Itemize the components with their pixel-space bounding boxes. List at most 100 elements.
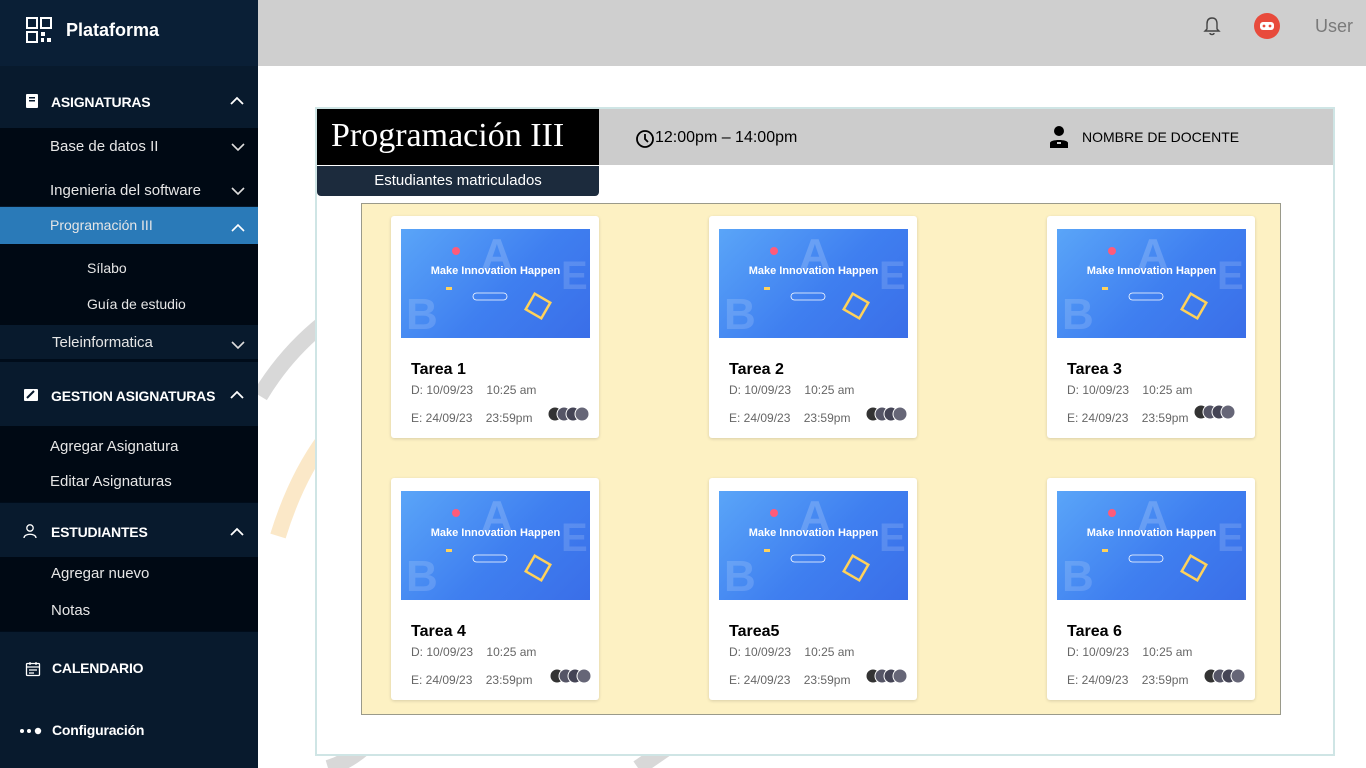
task-thumbnail: A E B Make Innovation Happen	[401, 491, 590, 600]
enrolled-students-tab[interactable]: Estudiantes matriculados	[317, 166, 599, 196]
chevron-up-icon	[230, 527, 244, 536]
thumbnail-caption: Make Innovation Happen	[748, 265, 879, 277]
course-title-box: Programación III	[317, 109, 599, 165]
sidebar-item-label: Programación III	[50, 217, 153, 233]
teacher-icon	[1050, 126, 1068, 148]
students-avatars-icon	[865, 406, 908, 422]
task-start: D: 10/09/23 10:25 am	[411, 645, 537, 659]
thumbnail-art: A E B	[406, 492, 588, 600]
thumbnail-caption: Make Innovation Happen	[748, 527, 879, 539]
task-start: D: 10/09/23 10:25 am	[729, 383, 855, 397]
task-title: Tarea5	[729, 623, 780, 640]
bell-icon[interactable]	[1203, 16, 1221, 36]
sidebar-item-label: Ingenieria del software	[50, 182, 201, 199]
sidebar: Plataforma ASIGNATURAS Base de datos II …	[0, 0, 258, 768]
task-due: E: 24/09/23 23:59pm	[1067, 673, 1189, 687]
thumbnail-caption: Make Innovation Happen	[430, 527, 561, 539]
task-card[interactable]: A E B Make Innovation Happen Tarea 1 D: …	[391, 216, 599, 438]
sidebar-item-label: Agregar Asignatura	[50, 438, 179, 455]
asignaturas-title: ASIGNATURAS	[51, 94, 151, 110]
task-title: Tarea 1	[411, 361, 466, 378]
class-time: 12:00pm – 14:00pm	[655, 129, 798, 146]
tasks-grid: A E B Make Innovation Happen Tarea 1 D: …	[361, 203, 1281, 715]
task-card[interactable]: A E B Make Innovation Happen Tarea5 D: 1…	[709, 478, 917, 700]
sidebar-item-agregar-asignatura[interactable]: Agregar Asignatura	[0, 437, 258, 459]
task-due: E: 24/09/23 23:59pm	[1067, 411, 1189, 425]
svg-text:B: B	[406, 290, 438, 338]
sidebar-item-label: Notas	[51, 602, 91, 619]
svg-text:B: B	[406, 552, 438, 600]
brand-bar: Plataforma	[0, 0, 258, 66]
task-title: Tarea 6	[1067, 623, 1122, 640]
teacher-name: NOMBRE DE DOCENTE	[1082, 129, 1240, 145]
estudiantes-title: ESTUDIANTES	[51, 524, 148, 540]
grid-logo-icon	[26, 17, 52, 43]
task-due: E: 24/09/23 23:59pm	[411, 411, 533, 425]
sidebar-item-base-de-datos[interactable]: Base de datos II	[0, 136, 258, 164]
sidebar-item-calendario[interactable]: CALENDARIO	[0, 652, 258, 686]
chevron-down-icon	[231, 187, 245, 196]
students-avatars-icon	[549, 668, 592, 684]
sidebar-item-agregar-nuevo[interactable]: Agregar nuevo	[0, 564, 258, 586]
chevron-down-icon	[231, 341, 245, 350]
sidebar-item-programacion[interactable]: Programación III	[0, 207, 258, 244]
task-thumbnail: A E B Make Innovation Happen	[1057, 229, 1246, 338]
task-title: Tarea 4	[411, 623, 466, 640]
gestion-header[interactable]: GESTION ASIGNATURAS	[0, 362, 258, 426]
thumbnail-art: A E B	[1062, 492, 1244, 600]
user-label[interactable]: User	[1315, 16, 1353, 37]
sidebar-item-editar-asignaturas[interactable]: Editar Asignaturas	[0, 472, 258, 494]
avatar[interactable]	[1254, 13, 1280, 39]
task-card[interactable]: A E B Make Innovation Happen Tarea 3 D: …	[1047, 216, 1255, 438]
configuracion-title: Configuración	[52, 722, 145, 738]
task-thumbnail: A E B Make Innovation Happen	[1057, 491, 1246, 600]
book-icon	[26, 94, 38, 108]
task-title: Tarea 2	[729, 361, 784, 378]
svg-text:B: B	[724, 290, 756, 338]
course-title: Programación III	[331, 117, 565, 154]
more-dots-icon	[20, 727, 42, 735]
edit-image-icon	[24, 389, 38, 401]
svg-text:B: B	[1062, 290, 1094, 338]
sidebar-item-configuracion[interactable]: Configuración	[0, 714, 258, 744]
estudiantes-header[interactable]: ESTUDIANTES	[0, 503, 258, 557]
task-thumbnail: A E B Make Innovation Happen	[719, 491, 908, 600]
task-thumbnail: A E B Make Innovation Happen	[719, 229, 908, 338]
robot-face-icon	[1260, 22, 1274, 30]
thumbnail-caption: Make Innovation Happen	[1086, 265, 1217, 277]
sidebar-item-label: Agregar nuevo	[51, 565, 150, 582]
sidebar-item-label: Base de datos II	[50, 138, 159, 155]
task-card[interactable]: A E B Make Innovation Happen Tarea 6 D: …	[1047, 478, 1255, 700]
course-panel: Programación III 12:00pm – 14:00pm NOMBR…	[315, 107, 1335, 756]
students-avatars-icon	[865, 668, 908, 684]
thumbnail-art: A E B	[406, 230, 588, 338]
thumbnail-caption: Make Innovation Happen	[430, 265, 561, 277]
task-title: Tarea 3	[1067, 361, 1122, 378]
task-start: D: 10/09/23 10:25 am	[411, 383, 537, 397]
students-avatars-icon	[1203, 668, 1246, 684]
sidebar-item-label: Teleinformatica	[52, 334, 153, 351]
thumbnail-art: A E B	[1062, 230, 1244, 338]
calendario-title: CALENDARIO	[52, 660, 144, 676]
sidebar-subitem-guia[interactable]: Guía de estudio	[87, 296, 186, 312]
calendar-icon	[25, 662, 41, 677]
user-outline-icon	[23, 524, 37, 539]
sidebar-item-label: Editar Asignaturas	[50, 473, 172, 490]
task-thumbnail: A E B Make Innovation Happen	[401, 229, 590, 338]
task-start: D: 10/09/23 10:25 am	[729, 645, 855, 659]
sidebar-item-notas[interactable]: Notas	[0, 601, 258, 623]
clock-icon	[636, 130, 654, 148]
sidebar-subitem-silabo[interactable]: Sílabo	[87, 260, 127, 276]
task-due: E: 24/09/23 23:59pm	[729, 673, 851, 687]
sidebar-item-teleinformatica[interactable]: Teleinformatica	[0, 332, 258, 358]
students-avatars-icon	[1193, 404, 1236, 420]
course-header: Programación III 12:00pm – 14:00pm NOMBR…	[317, 109, 1333, 165]
task-card[interactable]: A E B Make Innovation Happen Tarea 4 D: …	[391, 478, 599, 700]
task-start: D: 10/09/23 10:25 am	[1067, 645, 1193, 659]
task-due: E: 24/09/23 23:59pm	[411, 673, 533, 687]
sidebar-item-ingenieria[interactable]: Ingenieria del software	[0, 180, 258, 206]
asignaturas-header[interactable]: ASIGNATURAS	[0, 70, 258, 132]
programacion-sub-bg	[0, 244, 258, 325]
task-card[interactable]: A E B Make Innovation Happen Tarea 2 D: …	[709, 216, 917, 438]
thumbnail-caption: Make Innovation Happen	[1086, 527, 1217, 539]
